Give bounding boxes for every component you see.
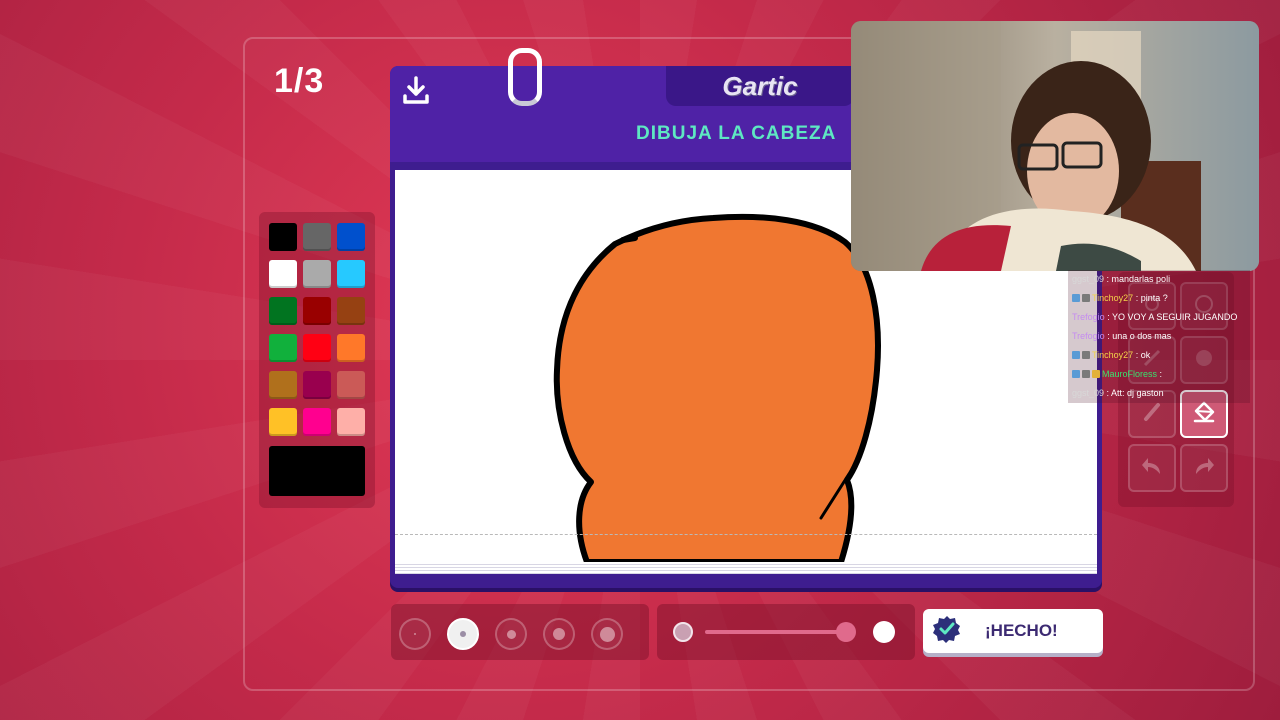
chat-badge-icon xyxy=(1082,370,1090,378)
chat-username: ggst_09 xyxy=(1072,388,1105,398)
chat-badge-icon xyxy=(1072,370,1080,378)
round-counter: 1/3 xyxy=(274,62,325,100)
opacity-min-icon xyxy=(673,622,693,642)
color-swatch[interactable] xyxy=(337,260,365,288)
check-badge-icon xyxy=(933,615,961,648)
brush-size-bar xyxy=(391,604,649,660)
chat-badge-icon xyxy=(1082,351,1090,359)
redo-icon xyxy=(1192,454,1216,483)
done-label: ¡HECHO! xyxy=(985,621,1058,640)
undo-button[interactable] xyxy=(1128,444,1176,492)
brush-size-2-button[interactable] xyxy=(447,618,479,650)
chat-badge-icon xyxy=(1072,351,1080,359)
color-swatch[interactable] xyxy=(337,297,365,325)
color-swatch[interactable] xyxy=(303,334,331,362)
chat-text: : ok xyxy=(1133,350,1151,360)
brush-size-1-button[interactable] xyxy=(399,618,431,650)
chat-badge-icon xyxy=(1092,370,1100,378)
chat-message: ggst_09 : Att: dj gaston xyxy=(1068,384,1250,403)
color-swatch[interactable] xyxy=(303,371,331,399)
chat-message: Trefogio : una o dos mas xyxy=(1068,327,1250,346)
chat-message: MauroFloress : xyxy=(1068,365,1250,384)
color-swatch[interactable] xyxy=(269,334,297,362)
logo-tab: Gartic xyxy=(666,66,854,106)
drawing-prompt: DIBUJA LA CABEZA xyxy=(636,123,837,144)
opacity-max-icon xyxy=(873,621,895,643)
opacity-slider-handle[interactable] xyxy=(835,622,856,642)
webcam-overlay xyxy=(851,21,1259,271)
opacity-bar xyxy=(657,604,915,660)
color-swatch[interactable] xyxy=(303,223,331,251)
brush-size-5-button[interactable] xyxy=(591,618,623,650)
chat-message: Tinchoy27 : pinta ? xyxy=(1068,289,1250,308)
chat-text: : Att: dj gaston xyxy=(1104,388,1164,398)
orange-head-drawing xyxy=(553,213,881,562)
brush-size-dot xyxy=(506,629,516,639)
color-swatch[interactable] xyxy=(269,297,297,325)
color-swatch[interactable] xyxy=(303,297,331,325)
chat-text: : mandarlas poli xyxy=(1104,274,1171,284)
head-stroke-detail xyxy=(620,235,638,243)
brush-size-4-button[interactable] xyxy=(543,618,575,650)
done-button[interactable]: ¡HECHO! xyxy=(923,609,1103,653)
color-swatch[interactable] xyxy=(303,260,331,288)
redo-button[interactable] xyxy=(1180,444,1228,492)
opacity-slider-fill xyxy=(705,630,846,634)
chat-text: : pinta ? xyxy=(1133,293,1168,303)
color-swatch[interactable] xyxy=(337,371,365,399)
chat-username: Trefogio xyxy=(1072,331,1105,341)
chat-badge-icon xyxy=(1082,294,1090,302)
notebook-pages xyxy=(395,562,1097,574)
chat-username: Tinchoy27 xyxy=(1092,293,1134,303)
opacity-slider[interactable] xyxy=(705,622,856,642)
chat-text: : una o dos mas xyxy=(1104,331,1172,341)
notebook-ring xyxy=(508,48,542,106)
chat-username: ggst_09 xyxy=(1072,274,1105,284)
chat-username: Trefogio xyxy=(1072,312,1105,322)
chat-message: Tinchoy27 : ok xyxy=(1068,346,1250,365)
color-swatch[interactable] xyxy=(337,408,365,436)
brush-size-dot xyxy=(460,631,466,637)
brush-size-3-button[interactable] xyxy=(495,618,527,650)
color-swatch[interactable] xyxy=(303,408,331,436)
color-swatch[interactable] xyxy=(269,408,297,436)
undo-icon xyxy=(1140,454,1164,483)
brush-size-dot xyxy=(553,628,565,640)
color-swatch[interactable] xyxy=(337,334,365,362)
download-icon[interactable] xyxy=(402,76,430,111)
chat-username: MauroFloress xyxy=(1102,369,1158,379)
chat-message: Trefogio : YO VOY A SEGUIR JUGANDO xyxy=(1068,308,1250,327)
color-swatch[interactable] xyxy=(269,223,297,251)
color-swatch[interactable] xyxy=(269,260,297,288)
chat-text: : xyxy=(1157,369,1163,379)
color-swatch[interactable] xyxy=(337,223,365,251)
gartic-logo: Gartic xyxy=(722,70,798,101)
chat-message: ggst_09 : mandarlas poli xyxy=(1068,270,1250,289)
chat-text: : YO VOY A SEGUIR JUGANDO xyxy=(1104,312,1238,322)
brush-size-dot xyxy=(414,633,416,635)
chat-username: Tinchoy27 xyxy=(1092,350,1134,360)
current-color-swatch xyxy=(269,446,365,496)
chat-overlay: ggst_09 : mandarlas poli Tinchoy27 : pint… xyxy=(1068,270,1250,408)
color-swatch[interactable] xyxy=(269,371,297,399)
chat-badge-icon xyxy=(1072,294,1080,302)
guide-line xyxy=(395,534,1097,535)
color-palette xyxy=(259,212,375,508)
brush-size-dot xyxy=(599,626,615,642)
